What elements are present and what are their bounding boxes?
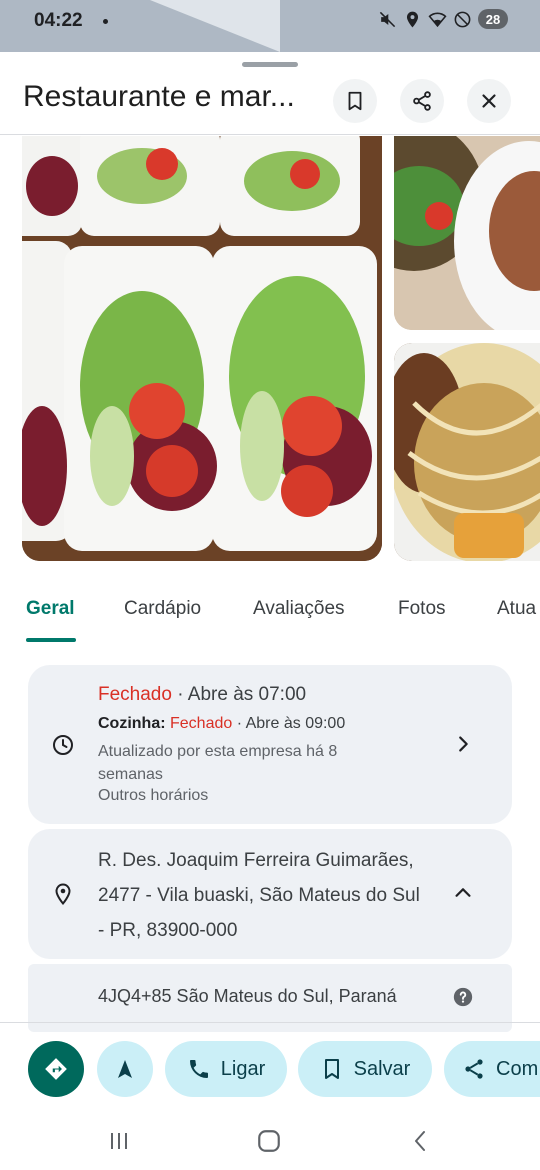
kitchen-label: Cozinha: bbox=[98, 715, 170, 732]
mute-icon bbox=[379, 11, 396, 27]
photo-noodles[interactable] bbox=[394, 343, 540, 561]
navigation-arrow-icon bbox=[118, 1060, 132, 1078]
kitchen-closed-status: Fechado bbox=[170, 715, 233, 732]
noodles-image bbox=[394, 343, 540, 561]
closed-status: Fechado bbox=[98, 684, 172, 705]
tab-avaliacoes[interactable]: Avaliações bbox=[253, 598, 345, 620]
call-button-label: Ligar bbox=[220, 1057, 266, 1080]
back-button[interactable] bbox=[406, 1126, 436, 1156]
plate-image bbox=[394, 136, 540, 330]
chevron-up-icon[interactable] bbox=[452, 882, 474, 904]
header-divider bbox=[0, 134, 540, 135]
do-not-disturb-icon bbox=[454, 11, 471, 27]
home-button[interactable] bbox=[254, 1126, 284, 1156]
hours-status-line: Fechado · Abre às 07:00 bbox=[98, 684, 306, 706]
wifi-icon bbox=[428, 12, 447, 27]
share-button-label: Com bbox=[496, 1057, 539, 1080]
actions-divider bbox=[0, 1022, 540, 1023]
action-bar: Ligar Salvar Com bbox=[0, 1041, 540, 1097]
back-icon bbox=[415, 1131, 425, 1151]
bookmark-icon bbox=[324, 1059, 339, 1079]
directions-icon bbox=[45, 1058, 67, 1080]
battery-indicator: 28 bbox=[478, 9, 508, 29]
tab-fotos[interactable]: Fotos bbox=[398, 598, 446, 620]
close-button[interactable] bbox=[467, 79, 511, 123]
location-pin-icon bbox=[55, 883, 71, 906]
photo-plate-meat[interactable] bbox=[394, 136, 540, 330]
notification-dot bbox=[103, 19, 108, 24]
status-bar: 04:22 28 bbox=[0, 0, 540, 52]
opening-time: · Abre às 07:00 bbox=[171, 684, 307, 705]
share-icon bbox=[413, 91, 431, 111]
address-text: R. Des. Joaquim Ferreira Guimarães, 2477… bbox=[98, 850, 420, 941]
tab-geral[interactable]: Geral bbox=[26, 598, 75, 620]
photo-gallery[interactable] bbox=[0, 136, 540, 564]
hours-card[interactable]: Fechado · Abre às 07:00 Cozinha: Fechado… bbox=[28, 665, 512, 824]
tab-cardapio[interactable]: Cardápio bbox=[124, 598, 201, 620]
save-button-label: Salvar bbox=[353, 1057, 411, 1080]
chevron-right-icon bbox=[459, 736, 468, 752]
other-hours-link[interactable]: Outros horários bbox=[98, 787, 208, 805]
status-icons: 28 bbox=[378, 9, 508, 29]
system-nav-bar bbox=[0, 1114, 540, 1170]
save-button[interactable]: Salvar bbox=[298, 1041, 432, 1097]
home-icon bbox=[258, 1130, 280, 1152]
recent-apps-button[interactable] bbox=[104, 1126, 134, 1156]
call-button[interactable]: Ligar bbox=[165, 1041, 287, 1097]
directions-button[interactable] bbox=[28, 1041, 84, 1097]
help-icon[interactable] bbox=[452, 986, 474, 1008]
tab-bar: Geral Cardápio Avaliações Fotos Atua bbox=[0, 592, 540, 642]
phone-icon bbox=[189, 1060, 208, 1078]
share-place-button[interactable]: Com bbox=[444, 1041, 540, 1097]
location-icon bbox=[406, 11, 419, 27]
drag-handle[interactable] bbox=[242, 62, 298, 67]
active-tab-indicator bbox=[26, 638, 76, 642]
address-card[interactable]: R. Des. Joaquim Ferreira Guimarães, 2477… bbox=[28, 829, 512, 959]
plus-code-text: 4JQ4+85 São Mateus do Sul, Paraná bbox=[98, 986, 397, 1006]
recent-apps-icon bbox=[111, 1133, 127, 1149]
place-title: Restaurante e mar... bbox=[23, 80, 295, 113]
kitchen-hours-line: Cozinha: Fechado · Abre às 09:00 bbox=[98, 715, 345, 733]
bookmark-icon bbox=[348, 91, 362, 111]
close-icon bbox=[482, 94, 496, 108]
share-button[interactable] bbox=[400, 79, 444, 123]
tab-atualizacoes[interactable]: Atua bbox=[497, 598, 536, 620]
clock-icon bbox=[53, 735, 73, 755]
status-bar-background bbox=[150, 0, 280, 52]
start-navigation-button[interactable] bbox=[97, 1041, 153, 1097]
save-place-button[interactable] bbox=[333, 79, 377, 123]
status-time: 04:22 bbox=[34, 10, 83, 31]
salad-containers-image bbox=[22, 136, 382, 561]
share-icon bbox=[465, 1059, 483, 1079]
kitchen-opening-time: · Abre às 09:00 bbox=[232, 715, 346, 732]
hours-updated-note: Atualizado por esta empresa há 8 semanas bbox=[98, 743, 338, 783]
photo-salads[interactable] bbox=[22, 136, 382, 561]
place-sheet: Restaurante e mar... Geral Cardápio Aval… bbox=[0, 52, 540, 1170]
